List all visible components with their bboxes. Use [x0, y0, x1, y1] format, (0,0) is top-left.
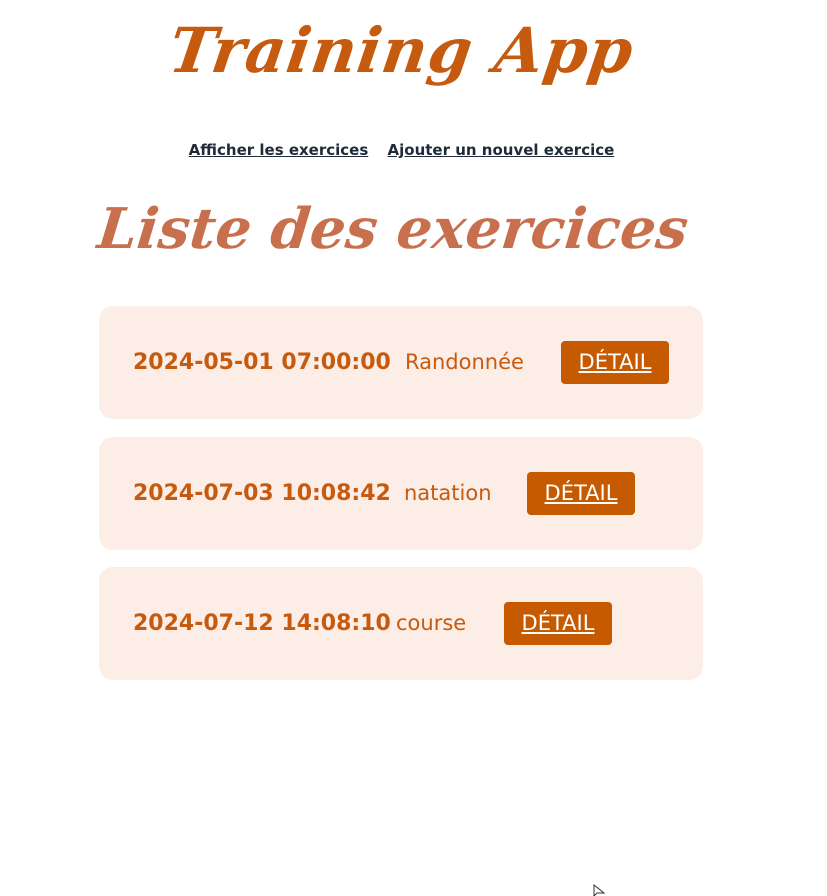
exercise-card: 2024-07-12 14:08:10 course DÉTAIL	[99, 567, 703, 680]
app-title: Training App	[164, 14, 639, 87]
page-title: Liste des exercices	[94, 196, 692, 262]
nav-link-add-exercise[interactable]: Ajouter un nouvel exercice	[388, 141, 615, 159]
detail-button[interactable]: DÉTAIL	[561, 341, 669, 384]
exercise-type: course	[396, 611, 467, 635]
exercise-card: 2024-05-01 07:00:00 Randonnée DÉTAIL	[99, 306, 703, 419]
nav-link-show-exercises[interactable]: Afficher les exercices	[189, 141, 369, 159]
mouse-pointer-icon	[593, 884, 605, 896]
main-nav: Afficher les exercices Ajouter un nouvel…	[0, 141, 803, 159]
exercise-card: 2024-07-03 10:08:42 natation DÉTAIL	[99, 437, 703, 550]
exercise-type: Randonnée	[405, 350, 524, 374]
exercise-datetime: 2024-07-12 14:08:10	[133, 611, 391, 636]
detail-button[interactable]: DÉTAIL	[527, 472, 635, 515]
exercise-datetime: 2024-07-03 10:08:42	[133, 481, 391, 506]
exercise-type: natation	[404, 481, 492, 505]
exercise-datetime: 2024-05-01 07:00:00	[133, 350, 391, 375]
detail-button[interactable]: DÉTAIL	[504, 602, 612, 645]
